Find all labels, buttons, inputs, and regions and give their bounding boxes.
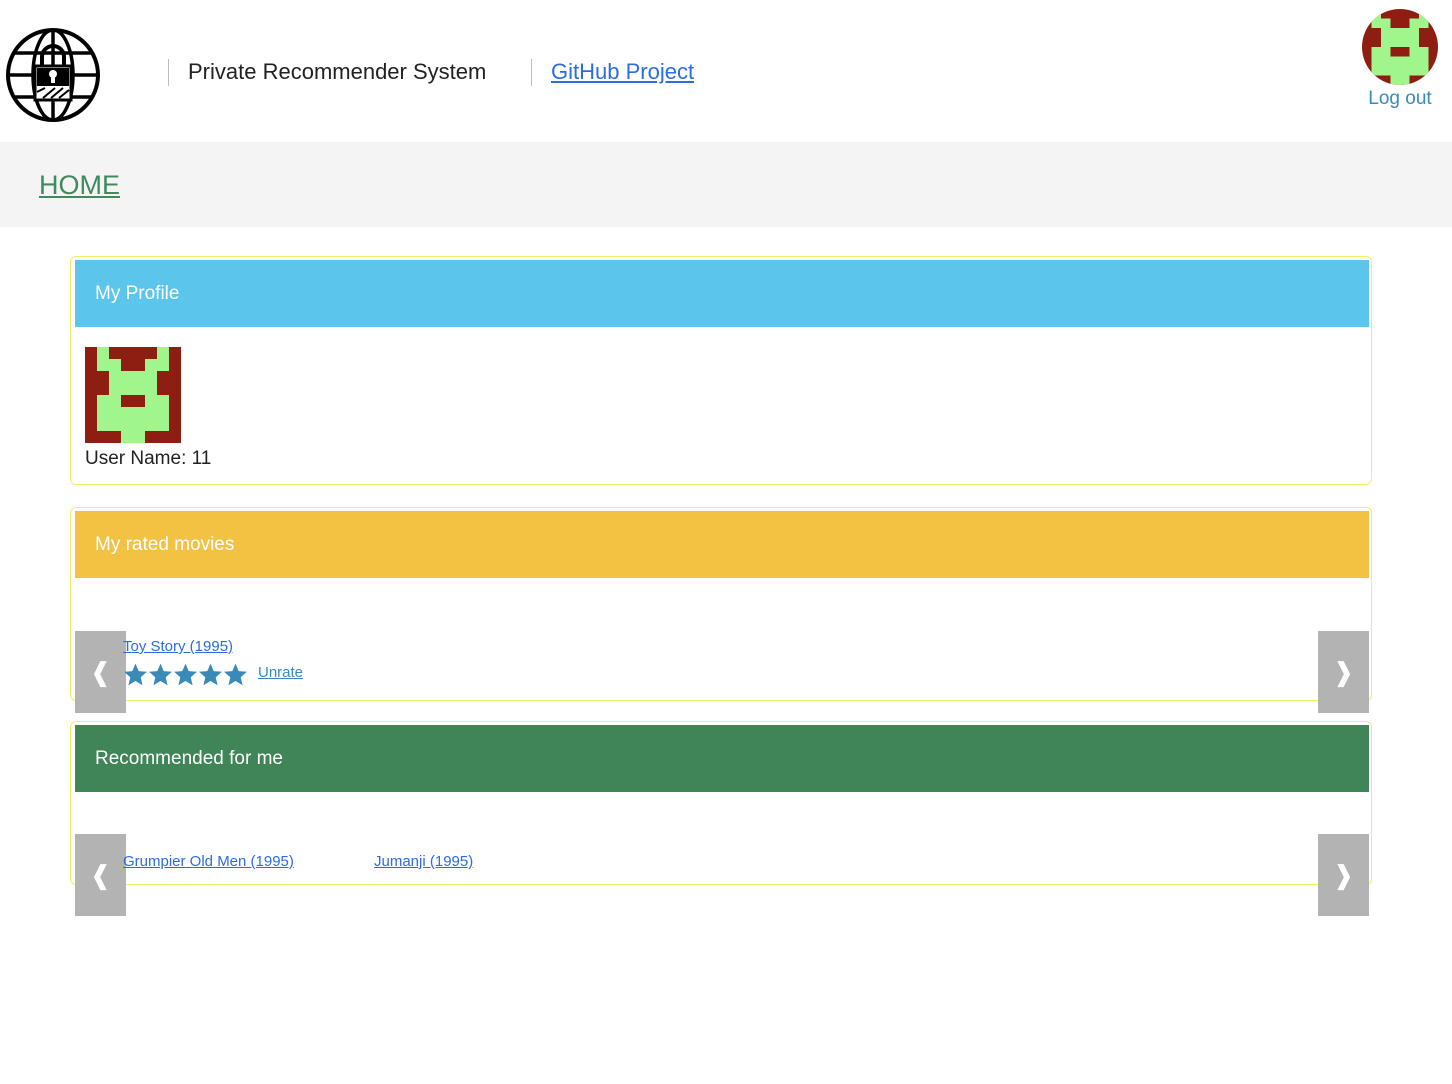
brand-title: Private Recommender System xyxy=(188,59,487,84)
star-icon[interactable] xyxy=(123,662,148,687)
recommended-prev-arrow-icon[interactable]: ❰ xyxy=(75,834,126,916)
unrate-link[interactable]: Unrate xyxy=(258,664,303,682)
profile-panel-title: My Profile xyxy=(75,260,1369,327)
rated-prev-arrow-icon[interactable]: ❰ xyxy=(75,631,126,713)
home-link[interactable]: HOME xyxy=(39,169,120,201)
globe-lock-icon[interactable] xyxy=(5,26,101,124)
header-separator xyxy=(531,59,532,86)
star-icon[interactable] xyxy=(198,662,223,687)
star-icon[interactable] xyxy=(173,662,198,687)
username-text: User Name: 11 xyxy=(85,448,212,469)
profile-avatar xyxy=(85,347,181,443)
profile-panel: My Profile xyxy=(70,256,1372,485)
star-rating[interactable] xyxy=(123,662,248,688)
rated-panel-title: My rated movies xyxy=(75,511,1369,578)
star-icon[interactable] xyxy=(223,662,248,687)
recommended-next-arrow-icon[interactable]: ❱ xyxy=(1318,834,1369,916)
github-project-link[interactable]: GitHub Project xyxy=(551,57,694,87)
recommended-movie-link[interactable]: Grumpier Old Men (1995) xyxy=(123,853,294,871)
rated-movie-link[interactable]: Toy Story (1995) xyxy=(123,638,233,656)
top-header: Private Recommender System GitHub Projec… xyxy=(0,0,1452,142)
recommended-movie-link[interactable]: Jumanji (1995) xyxy=(374,853,473,871)
logout-link[interactable]: Log out xyxy=(1358,87,1442,111)
user-avatar[interactable] xyxy=(1362,9,1438,85)
header-separator xyxy=(168,59,169,86)
recommended-panel-title: Recommended for me xyxy=(75,725,1369,792)
star-icon[interactable] xyxy=(148,662,173,687)
rated-next-arrow-icon[interactable]: ❱ xyxy=(1318,631,1369,713)
nav-bar: HOME xyxy=(0,142,1452,227)
